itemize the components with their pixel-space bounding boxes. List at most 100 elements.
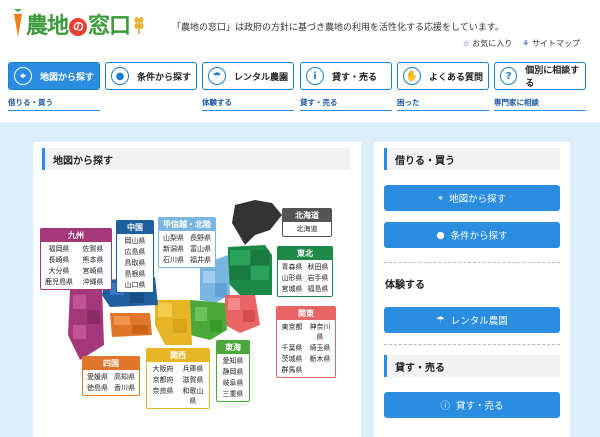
pref-link[interactable]: 滋賀県: [180, 375, 206, 385]
pref-link[interactable]: 島根県: [120, 269, 150, 279]
nav-sub-lend[interactable]: 貸す・売る: [300, 97, 392, 111]
pref-link[interactable]: 宮崎県: [78, 266, 108, 276]
pref-link[interactable]: 愛媛県: [86, 372, 109, 382]
pref-link[interactable]: 長野県: [189, 233, 212, 243]
pref-link[interactable]: 栃木県: [308, 354, 332, 364]
kyushu-pref[interactable]: [73, 325, 86, 339]
pref-link[interactable]: 熊本県: [78, 255, 108, 265]
nav-condition-search[interactable]: ● 条件から探す: [105, 62, 197, 90]
logo[interactable]: 農地の窓口: [12, 8, 146, 40]
region-koshinetsu-list: 山梨県 長野県 新潟県 富山県 石川県 福井県: [159, 231, 215, 267]
pref-link[interactable]: 宮城県: [281, 284, 303, 294]
pref-link[interactable]: 三重県: [220, 389, 246, 399]
koshinetsu-pref[interactable]: [215, 283, 227, 297]
favorites-link[interactable]: ☆ お気に入り: [463, 38, 513, 49]
region-kyushu[interactable]: 九州 福岡県 佐賀県 長崎県 熊本県 大分県 宮崎県 鹿児島県 沖縄県: [40, 228, 112, 290]
nav-consult[interactable]: ? 個別に相談する: [494, 62, 586, 90]
pref-link[interactable]: 山梨県: [162, 233, 185, 243]
nav-rental-farm[interactable]: ☂ レンタル農園: [202, 62, 294, 90]
region-kansai[interactable]: 関西 大阪府 兵庫県 京都府 滋賀県 奈良県 和歌山県: [146, 348, 210, 409]
kyushu-pref[interactable]: [73, 295, 86, 309]
pref-link[interactable]: 群馬県: [280, 365, 304, 375]
pref-link[interactable]: 千葉県: [280, 343, 304, 353]
nav-sub-trouble[interactable]: 困った: [397, 97, 489, 111]
pref-link[interactable]: 佐賀県: [78, 244, 108, 254]
region-chugoku[interactable]: 中国 岡山県 広島県 鳥取県 島根県 山口県: [116, 220, 154, 293]
pref-link[interactable]: 茨城県: [280, 354, 304, 364]
pref-link[interactable]: 兵庫県: [180, 364, 206, 374]
nav-faq[interactable]: ✋ よくある質問: [397, 62, 489, 90]
pref-link[interactable]: 秋田県: [307, 262, 329, 272]
pref-link[interactable]: 青森県: [281, 262, 303, 272]
region-tokai[interactable]: 東海 愛知県 静岡県 岐阜県 三重県: [216, 340, 250, 402]
tokai-pref[interactable]: [210, 320, 222, 332]
pref-link[interactable]: 和歌山県: [180, 386, 206, 406]
kyushu-pref[interactable]: [87, 310, 100, 324]
region-tohoku-list: 青森県 秋田県 山形県 岩手県 宮城県 福島県: [278, 260, 332, 296]
pref-link[interactable]: 徳島県: [86, 383, 109, 393]
pref-link[interactable]: 鹿児島県: [44, 277, 74, 287]
tohoku-pref[interactable]: [230, 266, 250, 280]
pref-link[interactable]: 大分県: [44, 266, 74, 276]
logo-text: 農地の窓口: [26, 14, 131, 39]
rental-farm-button[interactable]: ☂ レンタル農園: [384, 307, 560, 333]
pref-link[interactable]: 岐阜県: [220, 378, 246, 388]
region-kanto[interactable]: 関東 東京都 神奈川県 千葉県 埼玉県 茨城県 栃木県 群馬県: [276, 306, 336, 378]
rental-farm-label: レンタル農園: [450, 316, 508, 327]
kanto-pref[interactable]: [228, 298, 240, 310]
region-tokai-list: 愛知県 静岡県 岐阜県 三重県: [217, 354, 249, 401]
pref-link[interactable]: 岩手県: [307, 273, 329, 283]
pref-link[interactable]: 沖縄県: [78, 277, 108, 287]
borrow-buy-title: 借りる・買う: [384, 148, 560, 170]
region-hokkaido[interactable]: 北海道 北海道: [282, 208, 332, 237]
lend-sell-button[interactable]: ⓘ 貸す・売る: [384, 392, 560, 418]
pref-link[interactable]: 山口県: [120, 280, 150, 290]
pref-link[interactable]: 岡山県: [120, 236, 150, 246]
region-tohoku[interactable]: 東北 青森県 秋田県 山形県 岩手県 宮城県 福島県: [277, 246, 333, 297]
pref-link[interactable]: 埼玉県: [308, 343, 332, 353]
kansai-pref[interactable]: [158, 303, 172, 317]
nav-lend-sell[interactable]: i 貸す・売る: [300, 62, 392, 90]
pref-link[interactable]: 鳥取県: [120, 258, 150, 268]
pref-link[interactable]: 福岡県: [44, 244, 74, 254]
pref-link[interactable]: 香川県: [113, 383, 136, 393]
pref-link[interactable]: 福島県: [307, 284, 329, 294]
tokai-pref[interactable]: [195, 307, 207, 321]
hokkaido-area[interactable]: [232, 200, 282, 245]
pref-link[interactable]: 東京都: [280, 322, 304, 342]
map-search-button[interactable]: ⌖ 地図から探す: [384, 185, 560, 211]
shikoku-pref[interactable]: [114, 316, 130, 325]
pref-link[interactable]: 奈良県: [150, 386, 176, 406]
pref-link[interactable]: 愛知県: [220, 356, 246, 366]
pref-link[interactable]: 新潟県: [162, 244, 185, 254]
pref-link[interactable]: 富山県: [189, 244, 212, 254]
pref-link[interactable]: 北海道: [286, 224, 328, 234]
nav-label: 地図から探す: [40, 72, 95, 83]
tohoku-pref[interactable]: [230, 250, 250, 265]
nav-map-search[interactable]: ⌖ 地図から探す: [8, 62, 100, 90]
koshinetsu-pref[interactable]: [203, 271, 215, 283]
pref-link[interactable]: 大阪府: [150, 364, 176, 374]
pref-link[interactable]: 神奈川県: [308, 322, 332, 342]
pref-link[interactable]: 長崎県: [44, 255, 74, 265]
pref-link[interactable]: 京都府: [150, 375, 176, 385]
tohoku-pref[interactable]: [251, 266, 269, 280]
experience-title: 体験する: [385, 280, 425, 291]
nav-sub-borrow[interactable]: 借りる・買う: [8, 97, 100, 111]
pref-link[interactable]: 石川県: [162, 255, 185, 265]
tohoku-pref[interactable]: [251, 250, 269, 265]
nav-sub-expert[interactable]: 専門家に相談: [494, 97, 586, 111]
pref-link[interactable]: 広島県: [120, 247, 150, 257]
kansai-pref[interactable]: [173, 319, 187, 333]
pref-link[interactable]: 静岡県: [220, 367, 246, 377]
condition-search-button[interactable]: ● 条件から探す: [384, 222, 560, 248]
shikoku-pref[interactable]: [132, 325, 148, 334]
nav-sub-experience[interactable]: 体験する: [202, 97, 294, 111]
pref-link[interactable]: 高知県: [113, 372, 136, 382]
pref-link[interactable]: 山形県: [281, 273, 303, 283]
sitemap-link[interactable]: ⚘ サイトマップ: [522, 38, 580, 49]
region-shikoku[interactable]: 四国 愛媛県 高知県 徳島県 香川県: [82, 356, 140, 396]
region-koshinetsu[interactable]: 甲信越・北陸 山梨県 長野県 新潟県 富山県 石川県 福井県: [158, 217, 216, 268]
kanto-pref[interactable]: [243, 310, 255, 322]
pref-link[interactable]: 福井県: [189, 255, 212, 265]
